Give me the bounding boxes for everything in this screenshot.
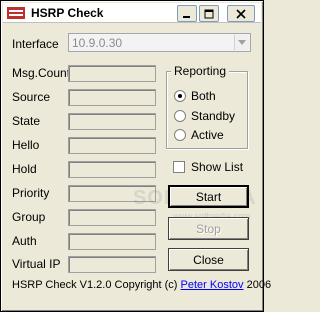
radio-active[interactable]: [174, 129, 186, 141]
show-list-label[interactable]: Show List: [191, 160, 243, 174]
footer: HSRP Check V1.2.0 Copyright (c) Peter Ko…: [12, 279, 271, 291]
auth-label: Auth: [12, 234, 37, 248]
hold-label: Hold: [12, 162, 37, 176]
title-bar[interactable]: HSRP Check: [3, 3, 261, 23]
source-label: Source: [12, 90, 51, 104]
window-title: HSRP Check: [31, 6, 104, 20]
maximize-icon: [204, 9, 214, 18]
radio-standby[interactable]: [174, 110, 186, 122]
close-window-button[interactable]: [227, 5, 255, 22]
group-label: Group: [12, 210, 46, 224]
app-window: HSRP Check Interface 10.9.0.30 Msg.Count…: [0, 0, 271, 312]
chevron-down-icon: [238, 40, 246, 45]
radio-active-label[interactable]: Active: [191, 128, 224, 142]
auth-field: [68, 233, 156, 250]
show-list-checkbox[interactable]: [173, 161, 185, 173]
minimize-icon: [183, 15, 190, 18]
maximize-button[interactable]: [199, 5, 219, 22]
state-field: [68, 113, 156, 130]
close-icon: [236, 8, 246, 19]
start-button[interactable]: Start: [168, 185, 249, 208]
virtual-ip-label: Virtual IP: [12, 257, 61, 271]
dropdown-button[interactable]: [234, 35, 249, 50]
app-icon: [7, 7, 25, 19]
radio-standby-label[interactable]: Standby: [191, 109, 235, 123]
radio-both-label[interactable]: Both: [191, 89, 216, 103]
hello-field: [68, 137, 156, 154]
priority-label: Priority: [12, 186, 50, 200]
close-button[interactable]: Close: [168, 248, 249, 271]
virtual-ip-field: [68, 256, 156, 273]
interface-label: Interface: [12, 37, 59, 51]
group-field: [68, 209, 156, 226]
msg-count-field: [68, 65, 156, 82]
interface-select[interactable]: 10.9.0.30: [68, 33, 251, 52]
state-label: State: [12, 114, 41, 128]
reporting-title: Reporting: [171, 64, 230, 78]
minimize-button[interactable]: [177, 5, 197, 22]
stop-button[interactable]: Stop: [168, 217, 249, 240]
footer-copyright: HSRP Check V1.2.0 Copyright (c): [12, 279, 178, 291]
msg-count-label: Msg.Count: [12, 66, 71, 80]
hello-label: Hello: [12, 138, 40, 152]
author-link[interactable]: Peter Kostov: [181, 279, 244, 291]
radio-both[interactable]: [174, 90, 186, 102]
hold-field: [68, 161, 156, 178]
interface-value: 10.9.0.30: [72, 36, 123, 50]
footer-year: 2006: [246, 279, 272, 291]
source-field: [68, 89, 156, 106]
